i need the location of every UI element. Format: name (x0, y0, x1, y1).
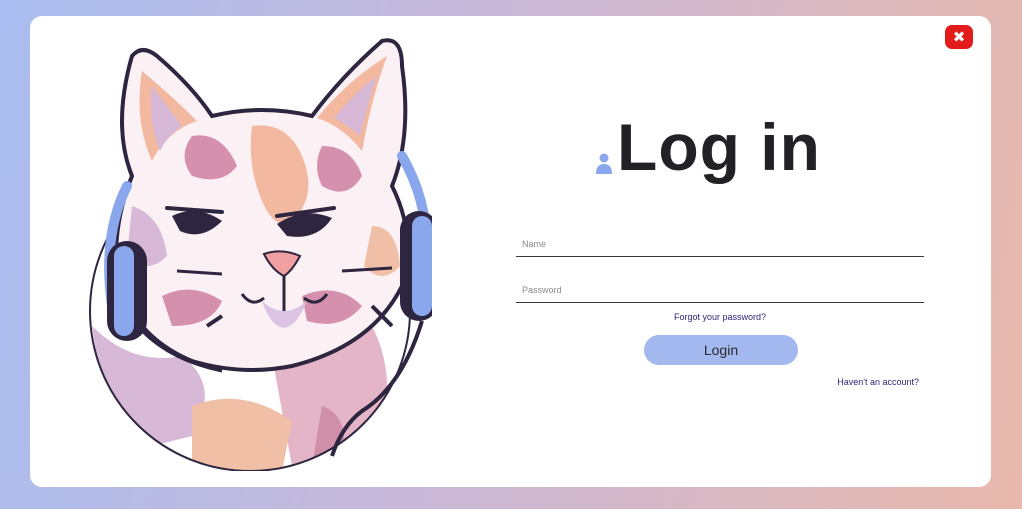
close-button[interactable]: ✖ (945, 25, 973, 49)
login-button[interactable]: Login (644, 335, 798, 365)
cat-illustration (89, 38, 432, 471)
login-card: ✖ Log in Name Forgot your password? Logi… (30, 16, 991, 487)
password-input[interactable] (516, 285, 936, 302)
name-field (516, 234, 936, 257)
forgot-password-link[interactable]: Forgot your password? (516, 312, 924, 322)
password-field (516, 280, 936, 303)
signup-link[interactable]: Haven't an account? (837, 377, 919, 387)
user-icon (596, 153, 612, 174)
page-title: Log in (617, 110, 821, 184)
name-input[interactable] (516, 239, 936, 256)
close-icon: ✖ (952, 27, 966, 46)
title-group: Log in (595, 114, 821, 180)
